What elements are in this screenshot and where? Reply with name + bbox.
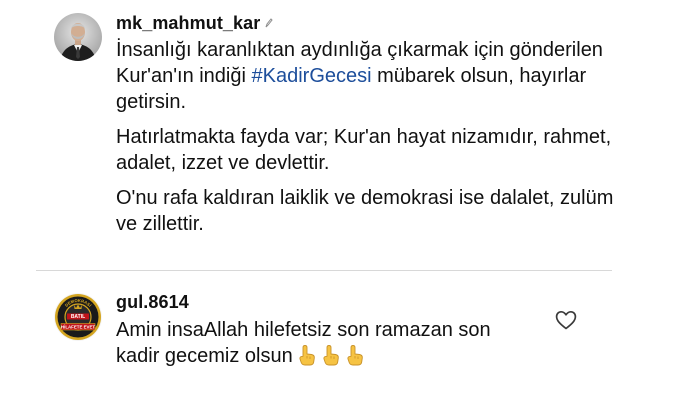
pointing-up-emoji bbox=[297, 344, 317, 373]
author-username[interactable]: mk_mahmut_kar bbox=[116, 13, 260, 33]
hashtag-link[interactable]: #KadirGecesi bbox=[252, 65, 372, 87]
post-caption: İnsanlığı karanlıktan aydınlığa çıkarmak… bbox=[116, 37, 616, 246]
badge-center-text: BATIL bbox=[71, 314, 85, 320]
pointing-up-emoji bbox=[345, 344, 365, 373]
caption-paragraph-2: Hatırlatmakta fayda var; Kur'an hayat ni… bbox=[116, 126, 612, 174]
pen-icon bbox=[265, 12, 274, 33]
commenter-username[interactable]: gul.8614 bbox=[116, 292, 189, 313]
comment-text-line: Amin insaAllah hilefetsiz son ramazan so… bbox=[116, 317, 536, 373]
badge-bottom-text: HİLAFETE EVET bbox=[61, 325, 95, 330]
divider bbox=[36, 270, 612, 271]
caption-paragraph-1: İnsanlığı karanlıktan aydınlığa çıkarmak… bbox=[116, 37, 616, 115]
caption-paragraph-3: O'nu rafa kaldıran laiklik ve demokrasi … bbox=[116, 187, 614, 235]
author-avatar[interactable] bbox=[54, 13, 102, 61]
commenter-avatar[interactable]: DEMOKRASİ BATIL HİLAFETE EVET bbox=[54, 293, 102, 341]
pointing-up-emoji bbox=[321, 344, 341, 373]
comment-text-block: Amin insaAllah hilefetsiz son ramazan so… bbox=[116, 317, 536, 373]
author-username-row: mk_mahmut_kar bbox=[116, 12, 274, 34]
comments-screen: mk_mahmut_kar İnsanlığı karanlıktan aydı… bbox=[0, 0, 690, 410]
like-button[interactable] bbox=[555, 310, 577, 330]
heart-icon bbox=[555, 310, 577, 334]
